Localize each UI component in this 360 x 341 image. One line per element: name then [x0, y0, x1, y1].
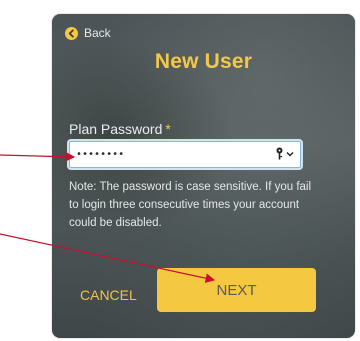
password-input[interactable] [76, 149, 276, 160]
password-label-text: Plan Password [69, 121, 163, 137]
next-button[interactable]: NEXT [157, 268, 316, 312]
new-user-dialog: Back New User Plan Password* Note: The p… [52, 14, 355, 338]
key-icon [276, 147, 283, 160]
required-marker: * [165, 121, 171, 137]
chevron-down-icon [286, 151, 294, 156]
cancel-button[interactable]: CANCEL [80, 287, 137, 303]
password-options-button[interactable] [275, 147, 294, 160]
dialog-title: New User [154, 50, 253, 73]
back-label: Back [84, 26, 111, 40]
password-note: Note: The password is case sensitive. If… [69, 181, 312, 229]
password-field-label: Plan Password * [69, 121, 171, 137]
back-link[interactable]: Back [65, 26, 111, 40]
back-arrow-icon [65, 26, 78, 40]
password-field[interactable] [69, 141, 301, 168]
